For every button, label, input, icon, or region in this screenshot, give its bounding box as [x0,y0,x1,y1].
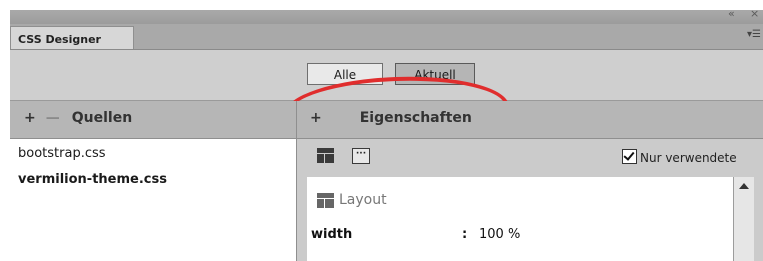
sources-list: bootstrap.css vermilion-theme.css [10,139,296,261]
properties-header-label: Eigenschaften [359,110,472,126]
sources-header: + — Quellen [24,110,132,126]
layout-icon [317,193,334,208]
panel-menu-icon[interactable]: ▾☰ [747,29,761,40]
properties-scrollbar[interactable] [733,177,754,261]
checkbox-icon[interactable] [622,149,637,164]
remove-source-icon[interactable]: — [46,110,60,126]
show-set-checkbox[interactable]: Nur verwendete [622,149,737,165]
source-item-vermilion-theme[interactable]: vermilion-theme.css [18,172,167,187]
collapse-icon[interactable]: « [728,10,735,20]
panel-titlebar: « × [10,10,763,24]
tab-css-designer[interactable]: CSS Designer [10,26,134,49]
css-designer-panel: « × CSS Designer ▾☰ Alle Aktuell + — Quell… [10,10,763,261]
scroll-up-icon[interactable] [739,183,749,189]
property-name-width[interactable]: width [311,227,352,242]
source-item-bootstrap[interactable]: bootstrap.css [18,146,106,161]
mode-toolbar: Alle Aktuell [10,50,763,147]
more-options-icon[interactable]: ··· [352,148,370,164]
close-icon[interactable]: × [750,10,759,20]
properties-pane: ··· Nur verwendete Layout width : 100 % [297,139,763,261]
layout-section-title: Layout [339,192,387,208]
sources-header-label: Quellen [71,110,133,126]
add-source-icon[interactable]: + [24,110,36,126]
properties-header: + Eigenschaften [310,110,472,126]
show-set-label: Nur verwendete [640,151,737,165]
layout-category-icon[interactable] [317,148,334,163]
properties-list: Layout width : 100 % [307,177,733,261]
property-value-width[interactable]: 100 % [479,227,520,242]
add-property-icon[interactable]: + [310,110,322,126]
property-separator: : [462,227,468,242]
column-headers: + — Quellen + Eigenschaften [10,101,763,139]
panel-tabbar: CSS Designer ▾☰ [10,24,763,50]
